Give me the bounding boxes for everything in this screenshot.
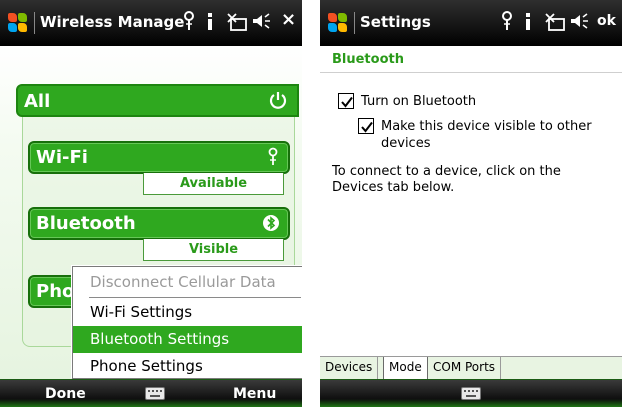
turn-on-bluetooth-label: Turn on Bluetooth <box>361 94 477 109</box>
connectivity-icon[interactable] <box>226 10 248 37</box>
wireless-manager-screen: Wireless Manage × All Wi-Fi Available Bl… <box>0 0 302 407</box>
tab-mode[interactable]: Mode <box>383 357 428 380</box>
antenna-icon <box>267 147 279 171</box>
all-radios-button[interactable]: All <box>16 84 299 117</box>
title-separator <box>354 12 355 34</box>
signal-icon[interactable] <box>205 10 215 37</box>
antenna-icon[interactable] <box>500 10 514 37</box>
section-header: Bluetooth <box>320 46 622 73</box>
title-separator <box>34 12 35 34</box>
bluetooth-toggle-button[interactable]: Bluetooth <box>28 207 290 240</box>
connectivity-icon[interactable] <box>544 10 566 37</box>
wifi-label: Wi-Fi <box>36 147 88 168</box>
menu-item-wifi-settings[interactable]: Wi-Fi Settings <box>73 299 302 326</box>
close-icon[interactable]: × <box>281 9 296 30</box>
softkey-glow <box>320 399 622 407</box>
wifi-status: Available <box>143 173 284 195</box>
ok-button[interactable]: ok <box>597 13 616 29</box>
tab-com-ports[interactable]: COM Ports <box>428 357 502 379</box>
phone-label: Pho <box>36 281 75 302</box>
window-title: Wireless Manage <box>40 13 185 31</box>
tab-devices[interactable]: Devices <box>320 357 379 379</box>
bluetooth-settings-screen: Settings ok Bluetooth Turn on Bluetooth … <box>320 0 622 407</box>
checkmark-icon <box>361 121 373 133</box>
menu-item-bluetooth-settings[interactable]: Bluetooth Settings <box>73 326 302 353</box>
make-visible-checkbox[interactable] <box>358 118 374 134</box>
context-menu: Disconnect Cellular Data Wi-Fi Settings … <box>72 266 302 379</box>
menu-separator <box>89 297 301 298</box>
bluetooth-label: Bluetooth <box>36 213 136 234</box>
windows-start-icon[interactable] <box>327 12 349 34</box>
softkey-bar: Done Menu <box>0 379 302 407</box>
section-title: Bluetooth <box>332 52 404 67</box>
turn-on-bluetooth-checkbox[interactable] <box>338 93 354 109</box>
bluetooth-status: Visible <box>143 239 284 261</box>
checkmark-icon <box>341 96 353 108</box>
menu-item-disconnect-cellular-data: Disconnect Cellular Data <box>90 273 276 291</box>
tab-strip: Devices Mode COM Ports <box>320 356 622 380</box>
menu-softkey[interactable]: Menu <box>233 386 276 402</box>
keyboard-icon[interactable] <box>461 387 481 400</box>
volume-icon[interactable] <box>569 10 589 37</box>
title-bar: Wireless Manage × <box>0 0 302 46</box>
power-icon <box>269 90 287 115</box>
menu-item-phone-settings[interactable]: Phone Settings <box>73 353 302 380</box>
signal-icon[interactable] <box>523 10 533 37</box>
volume-icon[interactable] <box>251 10 271 37</box>
info-text: To connect to a device, click on the Dev… <box>332 164 561 195</box>
window-title: Settings <box>360 13 431 31</box>
wifi-toggle-button[interactable]: Wi-Fi <box>28 141 290 174</box>
softkey-bar <box>320 379 622 407</box>
all-label: All <box>24 91 51 112</box>
antenna-icon[interactable] <box>182 10 196 37</box>
keyboard-icon[interactable] <box>145 387 165 400</box>
make-visible-label: Make this device visible to other device… <box>381 119 592 151</box>
title-bar: Settings ok <box>320 0 622 46</box>
bluetooth-icon <box>263 213 279 237</box>
done-softkey[interactable]: Done <box>45 386 86 402</box>
windows-start-icon[interactable] <box>7 12 29 34</box>
